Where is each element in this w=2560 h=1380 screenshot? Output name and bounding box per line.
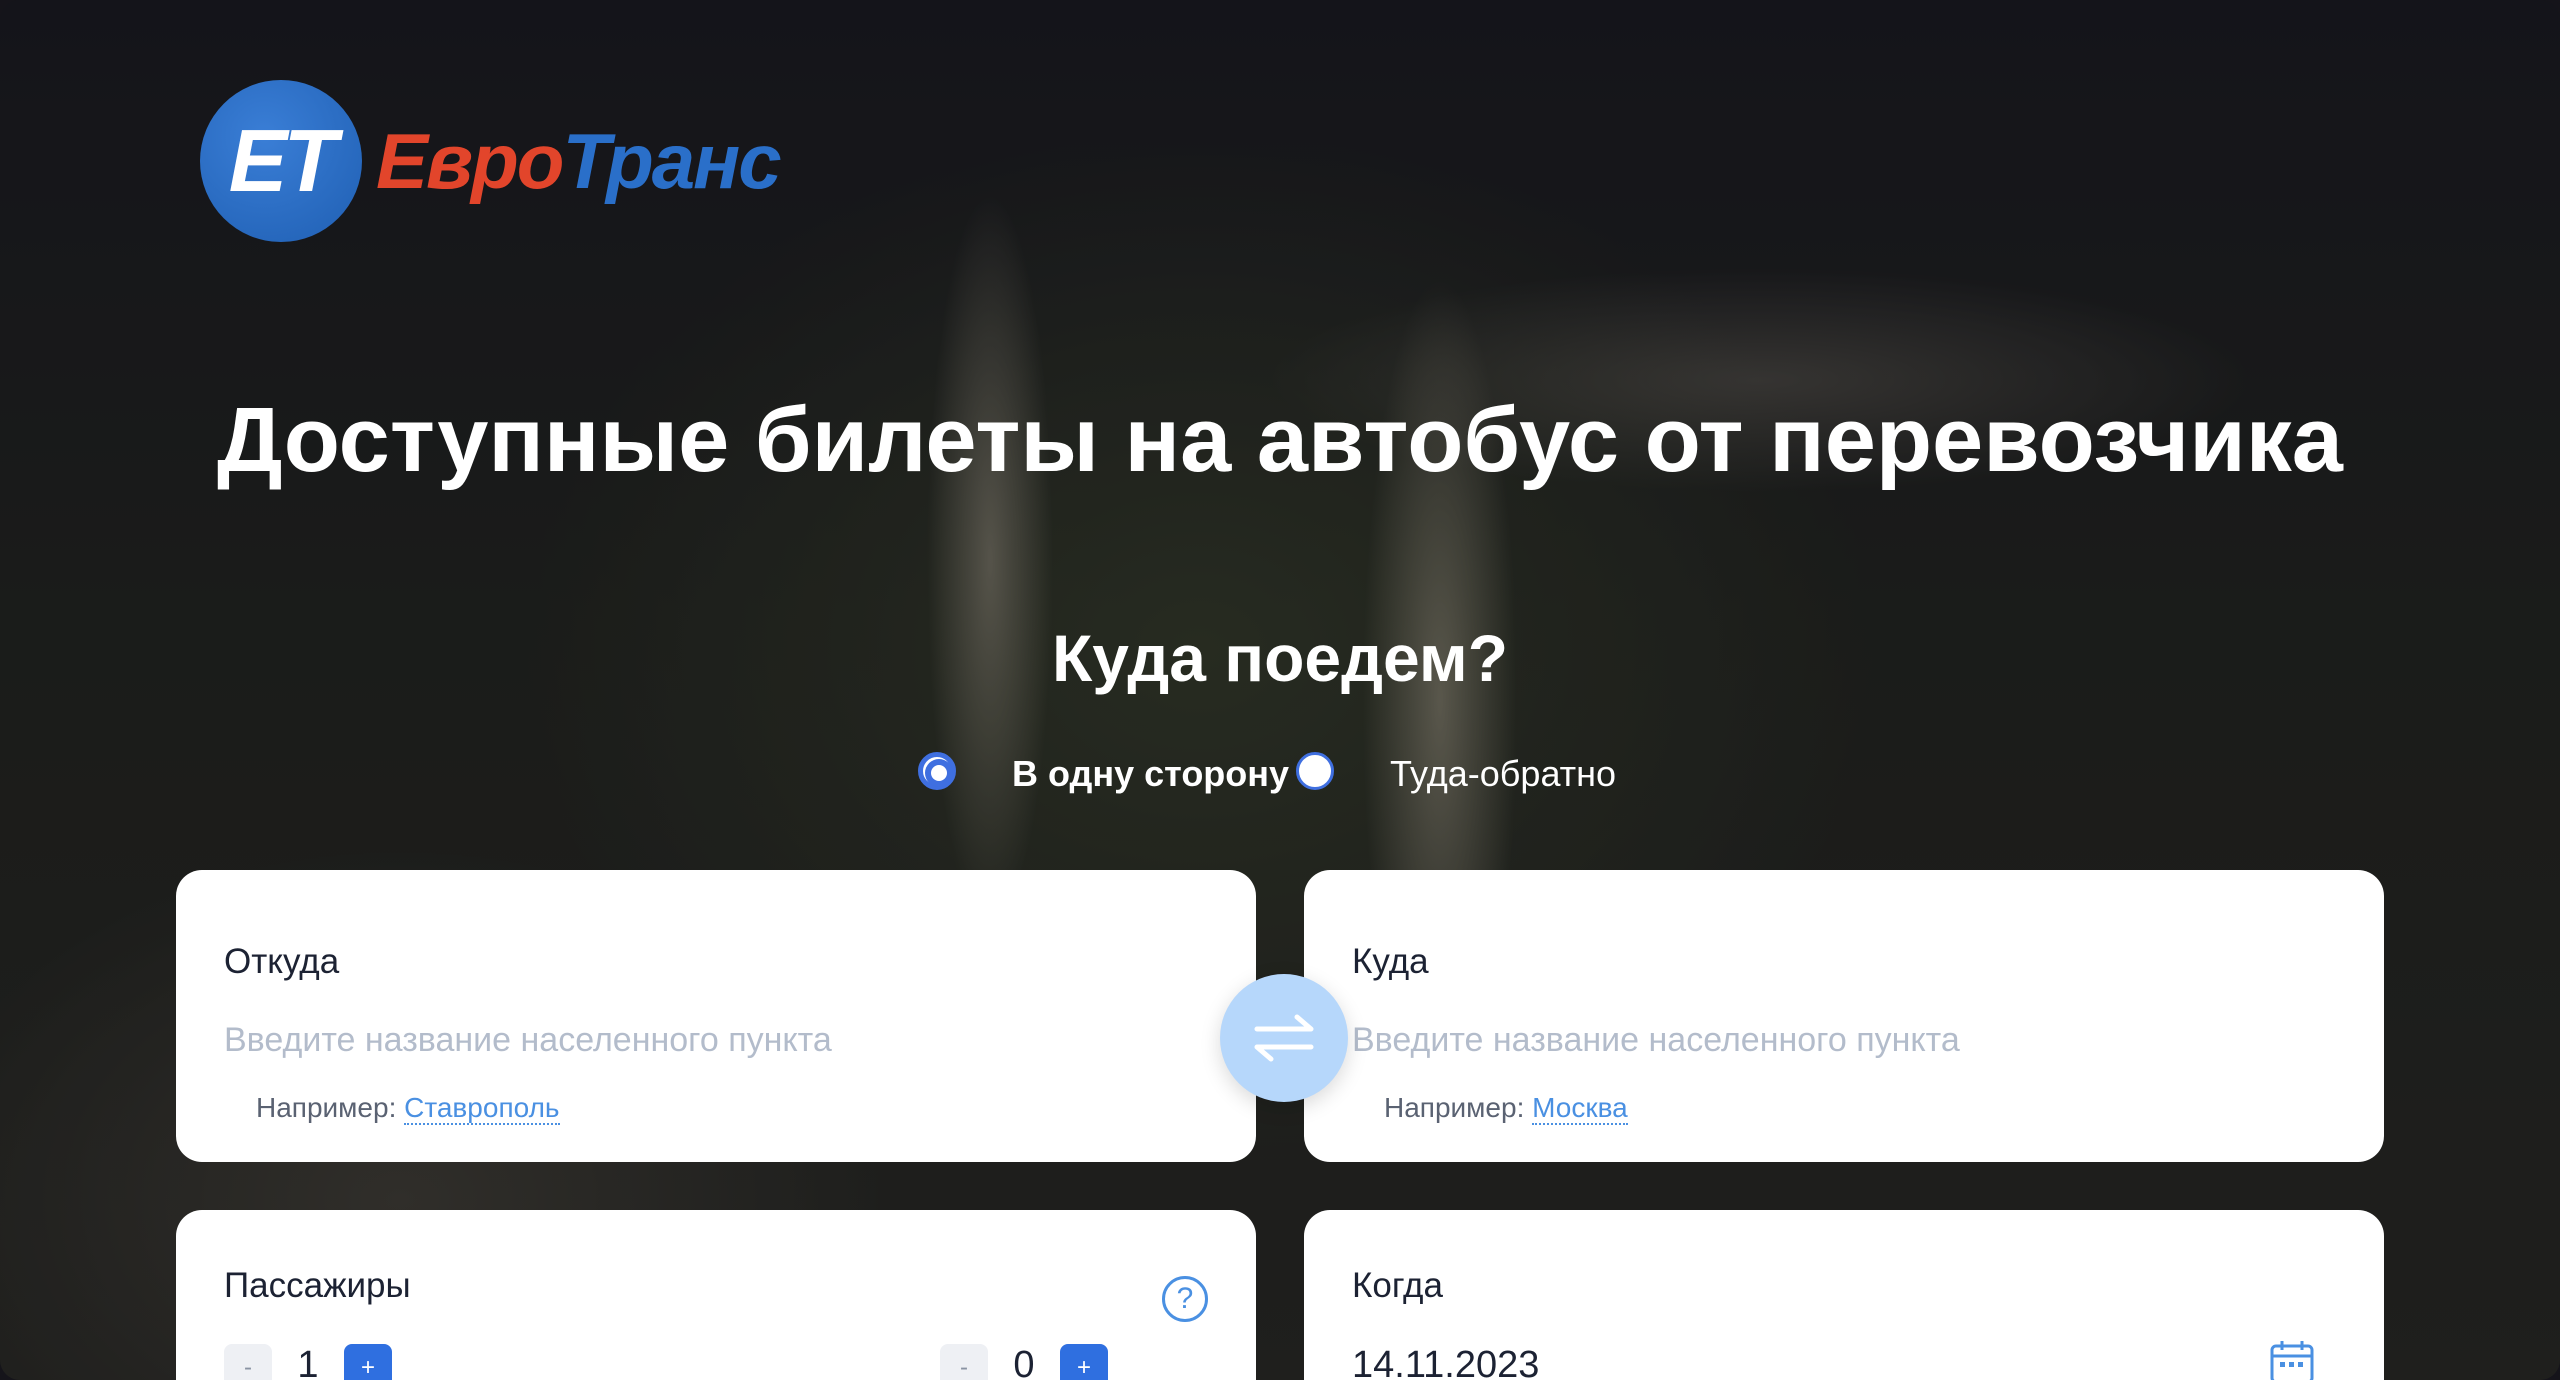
round-trip-radio[interactable] (1296, 752, 1334, 790)
one-way-radio[interactable] (918, 752, 956, 790)
date-card: Когда 14.11.2023 (1304, 1210, 2384, 1380)
from-example: Например: Ставрополь (256, 1092, 560, 1125)
from-input[interactable] (224, 1010, 1124, 1070)
one-way-label[interactable]: В одну сторону (1012, 753, 1289, 795)
page-title: Доступные билеты на автобус от перевозчи… (217, 389, 2343, 491)
date-value[interactable]: 14.11.2023 (1352, 1344, 1539, 1380)
logo-text-part1: Евро (376, 116, 564, 205)
to-label: Куда (1352, 942, 1429, 981)
to-example-city-link[interactable]: Москва (1532, 1092, 1628, 1125)
search-subtitle: Куда поедем? (1051, 621, 1509, 695)
from-example-prefix: Например: (256, 1092, 397, 1123)
to-example-prefix: Например: (1384, 1092, 1525, 1123)
adults-plus-button[interactable]: + (344, 1344, 392, 1380)
adults-count: 1 (297, 1344, 319, 1380)
to-card: Куда Например: Москва (1304, 870, 2384, 1162)
children-plus-button[interactable]: + (1060, 1344, 1108, 1380)
to-input[interactable] (1352, 1010, 2252, 1070)
swap-button[interactable] (1220, 974, 1348, 1102)
from-label: Откуда (224, 942, 340, 981)
adults-minus-button[interactable]: - (224, 1344, 272, 1380)
trip-type-selector: В одну сторону Туда-обратно (0, 745, 2560, 805)
logo-badge: ET (200, 80, 362, 242)
round-trip-label[interactable]: Туда-обратно (1390, 753, 1616, 795)
logo[interactable]: ET ЕвроТранс (200, 80, 782, 242)
logo-text-part2: Транс (562, 116, 781, 205)
children-minus-button[interactable]: - (940, 1344, 988, 1380)
to-example: Например: Москва (1384, 1092, 1628, 1125)
children-count: 0 (1013, 1344, 1035, 1380)
logo-text: ЕвроТранс (376, 116, 782, 207)
from-example-city-link[interactable]: Ставрополь (404, 1092, 560, 1125)
passengers-card: Пассажиры ? - 1 + - 0 + (176, 1210, 1256, 1380)
calendar-icon[interactable] (2268, 1338, 2316, 1380)
date-label: Когда (1352, 1266, 1443, 1305)
from-card: Откуда Например: Ставрополь (176, 870, 1256, 1162)
passengers-label: Пассажиры (224, 1266, 411, 1305)
help-icon[interactable]: ? (1162, 1276, 1208, 1322)
swap-arrows-icon (1254, 1014, 1314, 1062)
